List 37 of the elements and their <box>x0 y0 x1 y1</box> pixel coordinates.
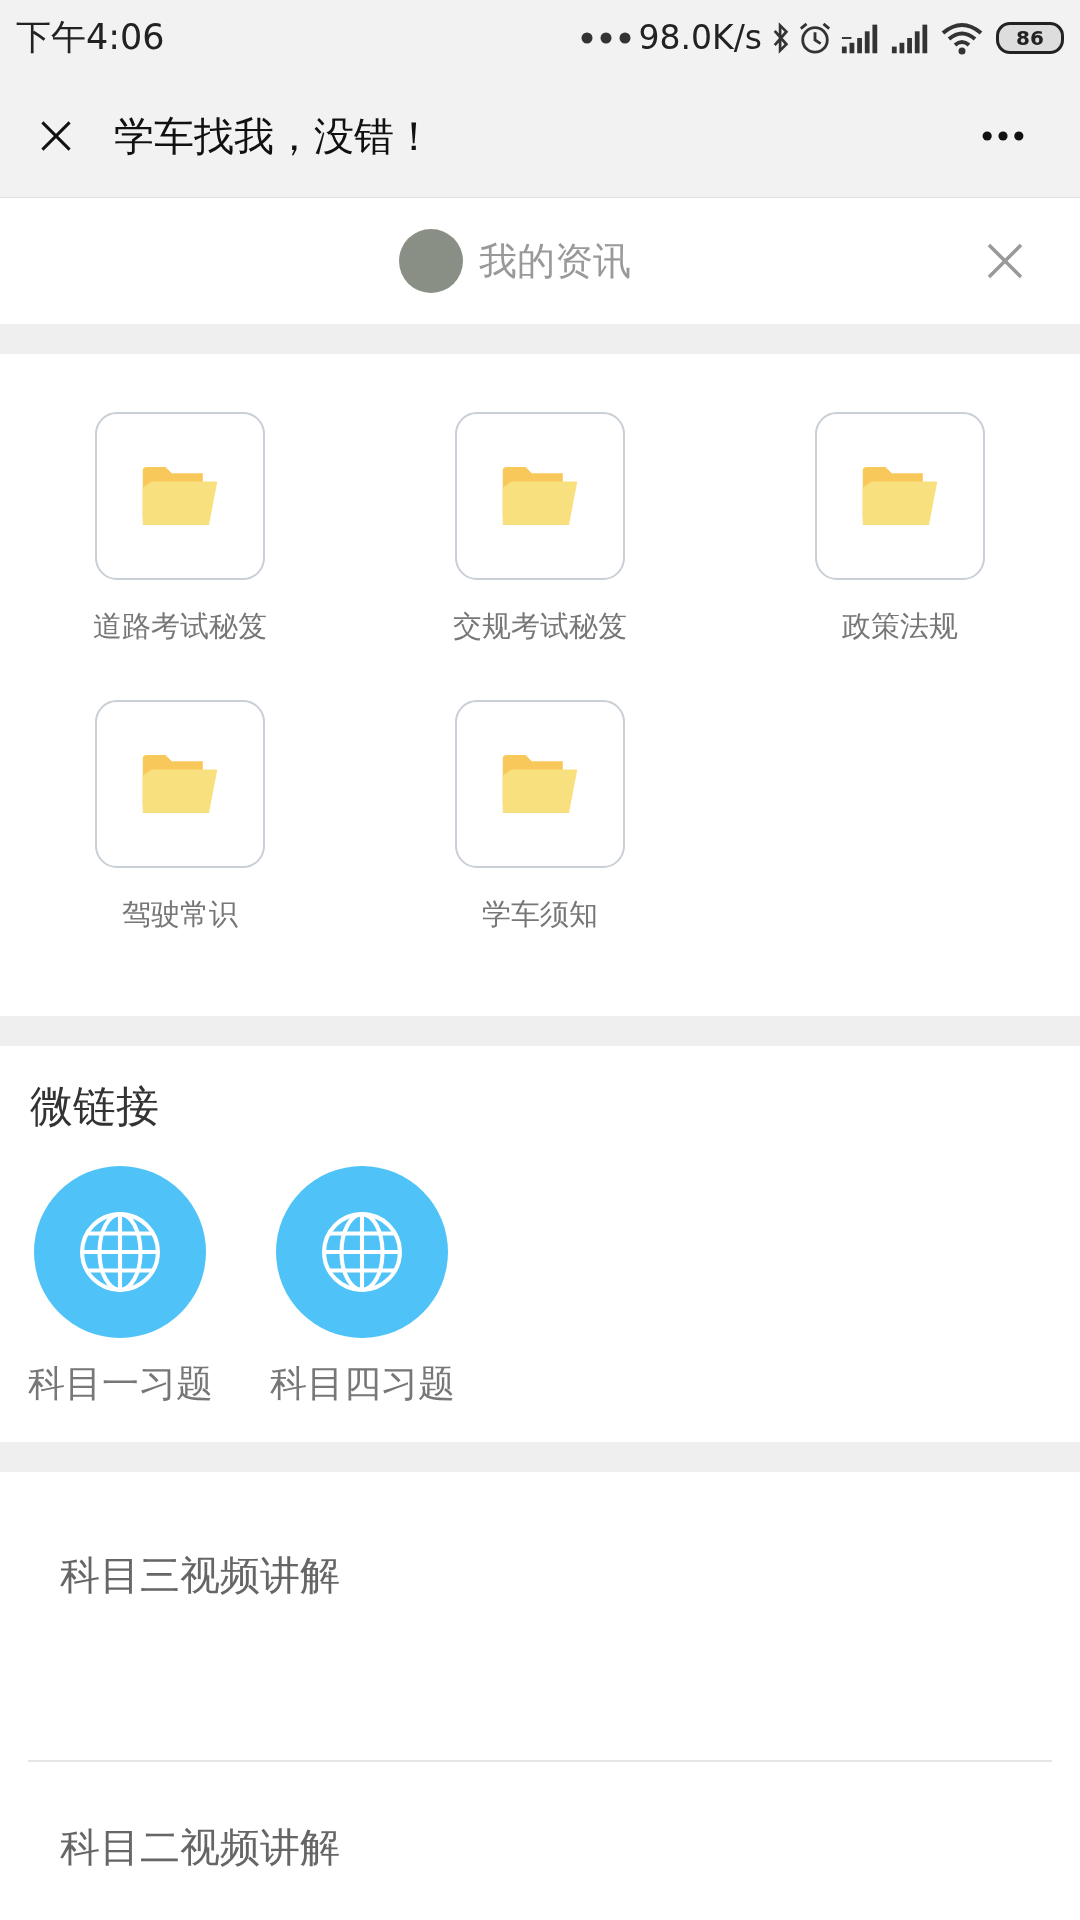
folder-label: 政策法规 <box>842 608 958 644</box>
more-button[interactable] <box>980 130 1026 142</box>
folder-tile[interactable] <box>455 700 625 868</box>
folder-tile[interactable] <box>455 412 625 580</box>
folder-label: 学车须知 <box>482 896 598 932</box>
bluetooth-icon <box>772 21 790 54</box>
section-title: 微链接 <box>30 1080 160 1133</box>
close-button[interactable] <box>38 118 74 154</box>
folder-label: 驾驶常识 <box>122 896 238 932</box>
wifi-icon <box>940 20 984 55</box>
folder-tile[interactable] <box>815 412 985 580</box>
folder-label: 道路考试秘笈 <box>93 608 267 644</box>
article-title[interactable]: 科目三视频讲解 <box>60 1547 340 1603</box>
folder-icon <box>142 467 218 525</box>
folder-tile[interactable] <box>95 700 265 868</box>
folder-label: 交规考试秘笈 <box>453 608 627 644</box>
account-name: 我的资讯 <box>479 237 631 285</box>
more-notifications-icon <box>580 31 631 44</box>
folder-icon <box>502 467 578 525</box>
page-title: 学车找我，没错！ <box>114 111 435 161</box>
link-label: 科目一习题 <box>27 1362 213 1406</box>
dismiss-button[interactable] <box>985 241 1025 281</box>
folder-icon <box>862 467 938 525</box>
alarm-icon <box>798 20 832 55</box>
folder-icon <box>142 755 218 813</box>
folder-tile[interactable] <box>95 412 265 580</box>
more-icon <box>982 131 1024 141</box>
close-icon <box>985 241 1025 281</box>
folder-icon <box>502 755 578 813</box>
battery-indicator: 86 <box>996 21 1064 54</box>
globe-icon <box>79 1211 161 1293</box>
article-title[interactable]: 科目二视频讲解 <box>60 1819 340 1875</box>
globe-icon <box>321 1211 403 1293</box>
network-speed: 98.0K/s <box>638 18 762 57</box>
close-icon <box>39 119 73 153</box>
link-label: 科目四习题 <box>269 1362 455 1406</box>
status-time: 下午4:06 <box>16 16 165 59</box>
